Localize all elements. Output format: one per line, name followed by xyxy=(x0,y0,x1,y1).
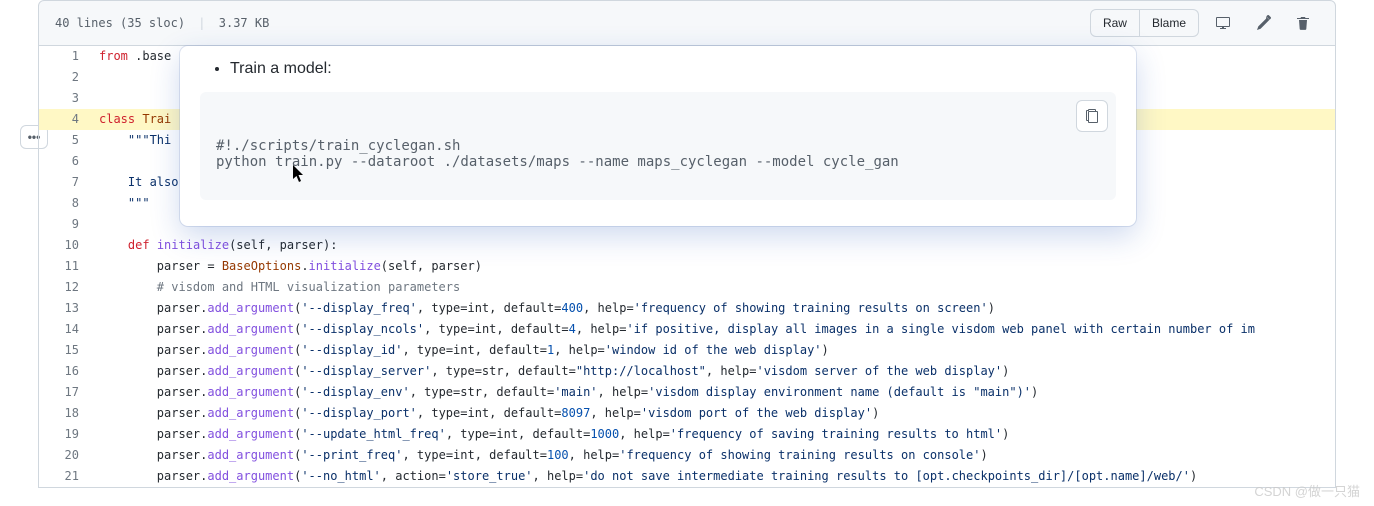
str: """ xyxy=(128,196,150,210)
trash-icon[interactable] xyxy=(1287,9,1319,37)
code-row: 17 parser.add_argument('--display_env', … xyxy=(39,382,1335,403)
desktop-icon[interactable] xyxy=(1207,9,1239,37)
file-size: 3.37 KB xyxy=(219,16,270,30)
code-row: 19 parser.add_argument('--update_html_fr… xyxy=(39,424,1335,445)
header-actions: Raw Blame xyxy=(1090,9,1319,37)
file-info: 40 lines (35 sloc) | 3.37 KB xyxy=(55,16,269,30)
code-row: 15 parser.add_argument('--display_id', t… xyxy=(39,340,1335,361)
blame-button[interactable]: Blame xyxy=(1140,9,1199,37)
raw-blame-group: Raw Blame xyxy=(1090,9,1199,37)
kw: def xyxy=(128,238,150,252)
code-row: 21 parser.add_argument('--no_html', acti… xyxy=(39,466,1335,487)
txt: .base xyxy=(128,49,171,63)
kw: class xyxy=(99,112,135,126)
snippet-line: #!./scripts/train_cyclegan.sh xyxy=(216,138,460,154)
copy-button[interactable] xyxy=(1076,100,1108,132)
code-row: 18 parser.add_argument('--display_port',… xyxy=(39,403,1335,424)
snippet-line: python train.py --dataroot ./datasets/ma… xyxy=(216,154,899,170)
pencil-icon[interactable] xyxy=(1247,9,1279,37)
code-row: 10 def initialize(self, parser): xyxy=(39,235,1335,256)
fn: initialize xyxy=(150,238,229,252)
code-row: 12 # visdom and HTML visualization param… xyxy=(39,277,1335,298)
txt: Trai xyxy=(135,112,171,126)
file-header: 40 lines (35 sloc) | 3.37 KB Raw Blame xyxy=(38,0,1336,46)
readme-popover: Train a model: #!./scripts/train_cyclega… xyxy=(180,46,1136,226)
divider: | xyxy=(198,16,205,30)
raw-button[interactable]: Raw xyxy=(1090,9,1140,37)
code-row: 13 parser.add_argument('--display_freq',… xyxy=(39,298,1335,319)
popover-bullet: Train a model: xyxy=(230,60,1116,78)
watermark-text: CSDN @做一只猫 xyxy=(1254,481,1360,500)
str: """Thi xyxy=(128,133,171,147)
comment: # visdom and HTML visualization paramete… xyxy=(157,280,460,294)
lines-count: 40 lines (35 sloc) xyxy=(55,16,185,30)
code-row: 11 parser = BaseOptions.initialize(self,… xyxy=(39,256,1335,277)
kw: from xyxy=(99,49,128,63)
code-row: 20 parser.add_argument('--print_freq', t… xyxy=(39,445,1335,466)
code-snippet: #!./scripts/train_cyclegan.sh python tra… xyxy=(200,92,1116,200)
code-row: 14 parser.add_argument('--display_ncols'… xyxy=(39,319,1335,340)
code-row: 16 parser.add_argument('--display_server… xyxy=(39,361,1335,382)
